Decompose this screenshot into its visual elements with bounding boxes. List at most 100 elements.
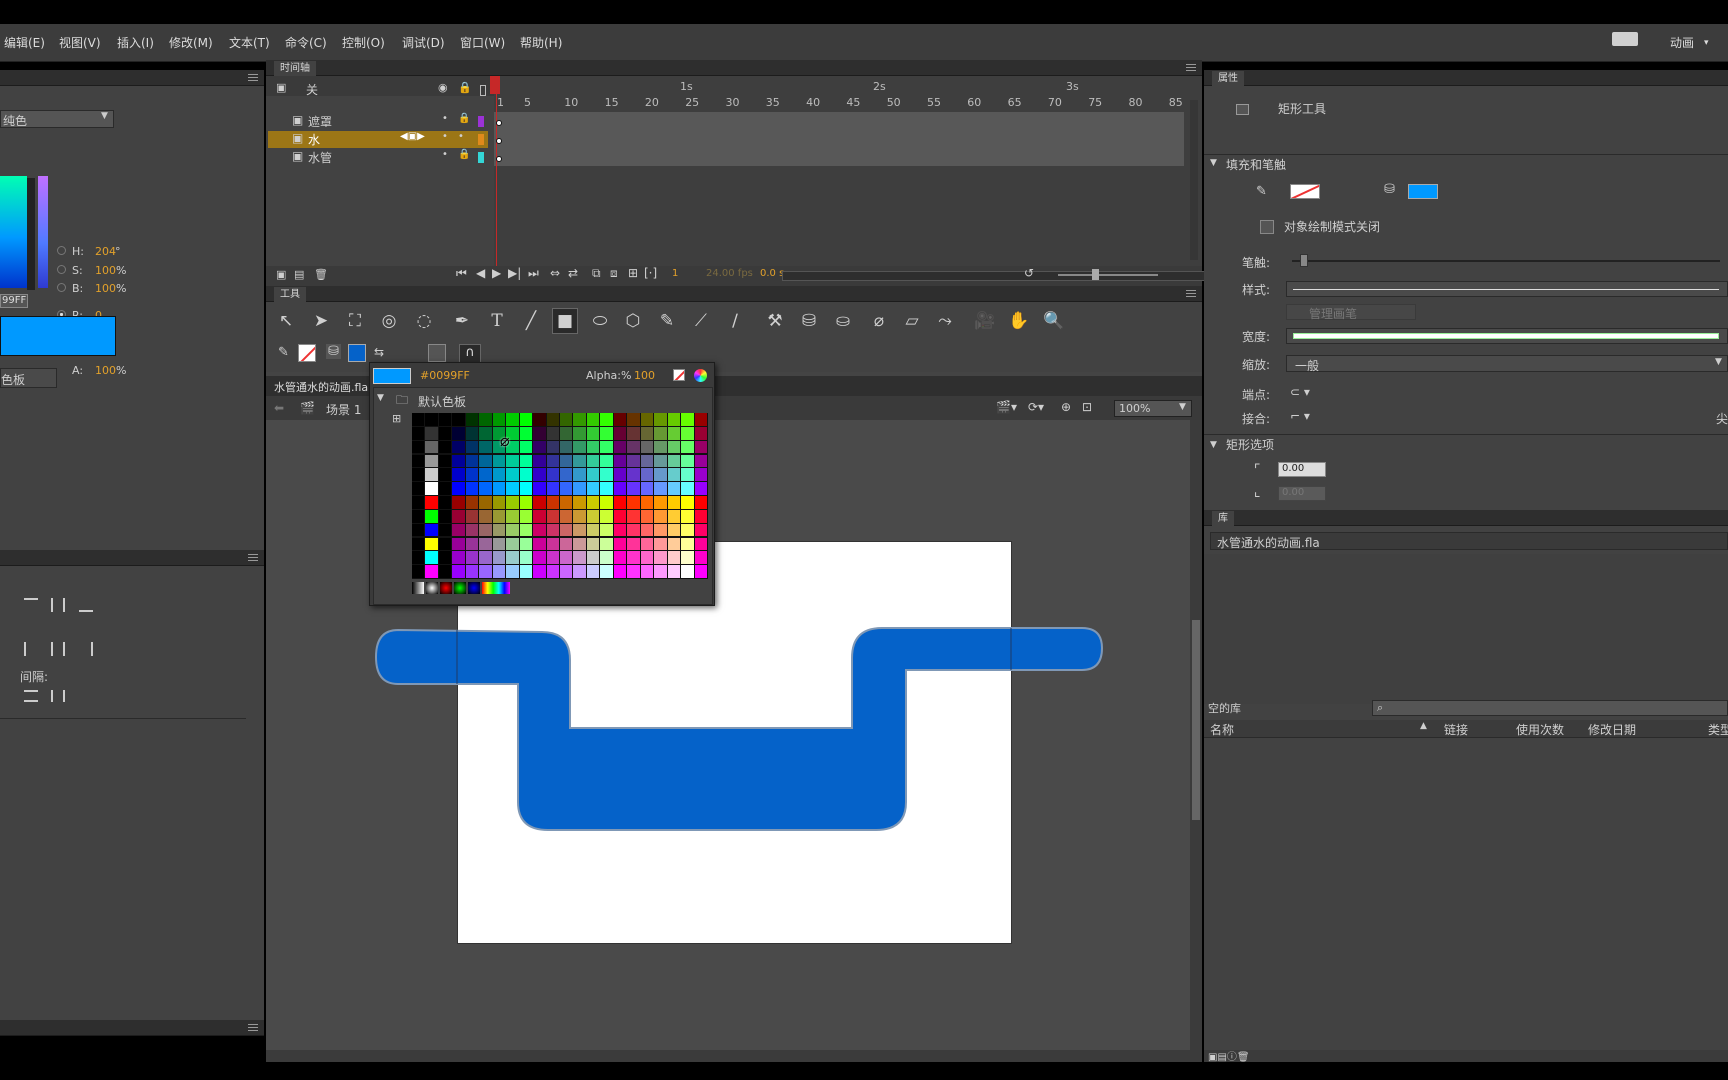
swatch-cell[interactable] — [681, 523, 694, 537]
swatch-cell[interactable] — [613, 496, 627, 509]
stage-hscroll[interactable] — [266, 1050, 1202, 1062]
swatch-cell[interactable] — [627, 482, 640, 495]
polystar-tool-icon[interactable]: ⬡ — [620, 308, 646, 334]
swatch-cell[interactable] — [613, 440, 627, 454]
menu-view[interactable]: 视图(V) — [59, 31, 101, 55]
swatch-cell[interactable] — [667, 509, 681, 523]
swatch-cell[interactable] — [560, 509, 573, 523]
selection-tool-icon[interactable]: ↖ — [273, 308, 299, 334]
swatch-cell[interactable] — [681, 468, 694, 482]
swatch-cell[interactable] — [452, 454, 465, 468]
section-rect-options[interactable]: 矩形选项 — [1226, 436, 1274, 453]
stage-vscroll[interactable] — [1190, 420, 1202, 1050]
add-swatch-button[interactable]: 色板 — [0, 368, 57, 388]
swatch-cell[interactable] — [694, 537, 707, 551]
panel-menu-icon[interactable] — [248, 74, 258, 81]
swatch-cell[interactable] — [600, 440, 613, 454]
swatch-cell[interactable] — [425, 496, 438, 509]
menu-modify[interactable]: 修改(M) — [169, 31, 213, 55]
camera-tool-icon[interactable]: 🎥 — [972, 308, 998, 334]
swatch-cell[interactable] — [546, 551, 559, 565]
swatch-cell[interactable] — [492, 496, 506, 509]
swatch-cell[interactable] — [425, 482, 438, 495]
swatch-cell[interactable] — [573, 551, 586, 565]
panel-menu-icon[interactable] — [1186, 64, 1196, 71]
snap-magnet-icon[interactable]: ∩ — [459, 344, 481, 364]
dot-icon[interactable]: • — [442, 113, 448, 124]
col-date-modified[interactable]: 修改日期 — [1588, 721, 1636, 738]
swatch-cell[interactable] — [546, 454, 559, 468]
swatch-cell[interactable] — [627, 496, 640, 509]
delete-layer-icon[interactable]: 🗑 — [314, 268, 328, 281]
properties-tab[interactable]: 属性 — [1212, 71, 1244, 86]
swatch-cell[interactable] — [479, 426, 492, 440]
swatch-cell[interactable] — [519, 426, 533, 440]
document-tab[interactable]: 水管通水的动画.fla — [274, 379, 368, 395]
swatch-cell[interactable] — [586, 426, 600, 440]
swatch-cell[interactable] — [506, 496, 519, 509]
swatch-cell[interactable] — [479, 565, 492, 578]
oval-tool-icon[interactable]: ⬭ — [587, 308, 613, 334]
step-forward-icon[interactable]: ▶| — [508, 266, 521, 280]
swatch-cell[interactable] — [600, 426, 613, 440]
hex-input[interactable]: 99FF — [0, 294, 28, 308]
style-select[interactable] — [1286, 281, 1728, 297]
swatch-cell[interactable] — [560, 413, 573, 426]
swatch-cell[interactable] — [654, 523, 667, 537]
collapse-triangle-icon[interactable]: ▼ — [1210, 158, 1217, 168]
swatch-cell[interactable] — [654, 496, 667, 509]
pencil-tool-icon[interactable]: ✎ — [654, 308, 680, 334]
swatch-cell[interactable] — [452, 565, 465, 578]
eraser-tool-icon[interactable]: ▱ — [899, 308, 925, 334]
s-radio[interactable] — [57, 265, 66, 274]
step-back-icon[interactable]: ◀ — [476, 266, 485, 280]
swatch-cell[interactable] — [667, 413, 681, 426]
zoom-slider[interactable] — [1058, 274, 1158, 276]
swatch-cell[interactable] — [667, 523, 681, 537]
swatch-cell[interactable] — [506, 537, 519, 551]
swatch-cell[interactable] — [412, 426, 425, 440]
swatch-cell[interactable] — [519, 413, 533, 426]
swatch-cell[interactable] — [452, 440, 465, 454]
swatch-cell[interactable] — [492, 537, 506, 551]
swatch-cell[interactable] — [586, 551, 600, 565]
swatch-cell[interactable] — [533, 496, 546, 509]
swatch-cell[interactable] — [640, 565, 654, 578]
swatch-cell[interactable] — [438, 413, 452, 426]
swatch-cell[interactable] — [613, 551, 627, 565]
swatch-cell[interactable] — [560, 551, 573, 565]
swatch-cell[interactable] — [613, 537, 627, 551]
zoom-tool-icon[interactable]: 🔍 — [1041, 308, 1067, 334]
swatch-cell[interactable] — [533, 413, 546, 426]
align-bottom-icon[interactable] — [79, 598, 93, 612]
swatch-cell[interactable] — [479, 454, 492, 468]
swatch-cell[interactable] — [613, 523, 627, 537]
swatch-cell[interactable] — [412, 454, 425, 468]
swatch-cell[interactable] — [479, 482, 492, 495]
swatch-cell[interactable] — [438, 454, 452, 468]
swatch-cell[interactable] — [613, 413, 627, 426]
pipe-shape[interactable] — [370, 620, 1110, 840]
sort-up-icon[interactable]: ▲ — [1420, 721, 1427, 731]
hand-tool-icon[interactable]: ✋ — [1006, 308, 1032, 334]
swatch-cell[interactable] — [506, 482, 519, 495]
swatch-cell[interactable] — [586, 482, 600, 495]
playhead-handle[interactable] — [490, 76, 500, 94]
swatch-cell[interactable] — [627, 413, 640, 426]
swatch-cell[interactable] — [560, 523, 573, 537]
swatch-cell[interactable] — [425, 565, 438, 578]
library-doc-select[interactable]: 水管通水的动画.fla — [1210, 532, 1728, 550]
object-drawing-icon[interactable] — [428, 344, 446, 362]
subselection-tool-icon[interactable]: ➤ — [308, 308, 334, 334]
swatch-cell[interactable] — [654, 537, 667, 551]
current-frame[interactable]: 1 — [672, 268, 678, 279]
swatch-cell[interactable] — [465, 551, 479, 565]
swatch-cell[interactable] — [425, 523, 438, 537]
swatch-cell[interactable] — [425, 537, 438, 551]
swatch-cell[interactable] — [519, 482, 533, 495]
swatch-cell[interactable] — [519, 537, 533, 551]
workspace-switcher[interactable]: 动画 — [1670, 31, 1694, 55]
space-horizontal-icon[interactable] — [51, 690, 65, 702]
swatch-cell[interactable] — [560, 537, 573, 551]
swatch-cell[interactable] — [586, 523, 600, 537]
